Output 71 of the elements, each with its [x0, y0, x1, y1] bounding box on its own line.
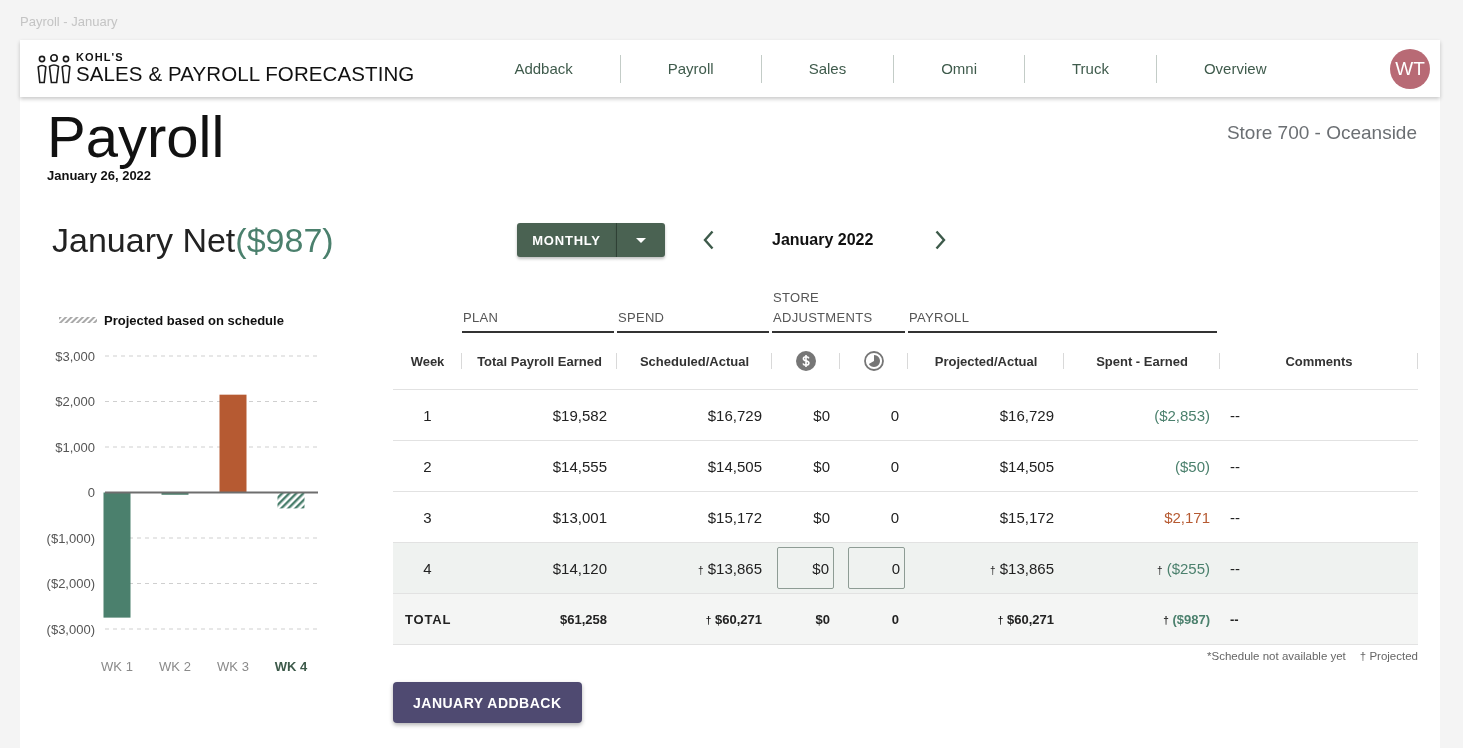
projected-mark: †: [705, 614, 712, 626]
comment-text: --: [1230, 559, 1240, 577]
net-label: January Net: [52, 221, 236, 259]
column-header: Spent - Earned: [1096, 353, 1188, 369]
comment-text: --: [1230, 457, 1240, 475]
app-title: SALES & PAYROLL FORECASTING: [76, 63, 415, 85]
projected-mark: †: [1156, 564, 1163, 576]
net-amount: ($987): [1172, 611, 1210, 627]
x-axis-label: WK 4: [274, 658, 308, 674]
x-axis-label: WK 1: [101, 658, 133, 674]
amount-value: $16,729: [707, 406, 762, 424]
column-header: Comments: [1285, 353, 1353, 369]
hours-value: 0: [891, 611, 899, 627]
comment-text: --: [1230, 406, 1240, 424]
page-date: January 26, 2022: [47, 168, 152, 184]
comment-text: --: [1230, 611, 1239, 627]
amount-value: $0: [813, 508, 830, 526]
footnote: *Schedule not available yet: [1207, 649, 1346, 663]
net-amount: ($255): [1166, 559, 1210, 577]
projected-mark: †: [698, 564, 704, 576]
amount-value: $15,172: [999, 508, 1054, 526]
hours-value: 0: [890, 508, 899, 526]
column-header: Projected/Actual: [934, 353, 1038, 369]
column-header: Week: [410, 353, 445, 369]
amount-value: $0: [813, 457, 830, 475]
projected-mark: †: [997, 614, 1004, 626]
amount-value: $14,120: [552, 559, 607, 577]
week-number: 2: [423, 457, 432, 475]
x-axis-label: WK 3: [217, 658, 249, 674]
y-axis-label: $2,000: [55, 394, 95, 409]
amount-value: $14,505: [999, 457, 1054, 475]
y-axis-label: $1,000: [55, 439, 95, 455]
projected-mark: †: [1163, 614, 1169, 626]
amount-value: $14,505: [707, 457, 762, 475]
week-number: 4: [423, 559, 432, 577]
amount-value: $60,271: [715, 611, 762, 627]
x-axis-label: WK 2: [159, 658, 191, 674]
net-value: ($987): [235, 221, 334, 259]
hours-value: 0: [890, 457, 899, 475]
y-axis-label: $3,000: [55, 348, 95, 364]
week-number: 3: [423, 508, 432, 526]
amount-value: $14,555: [552, 457, 607, 475]
y-axis-label: 0: [87, 485, 95, 500]
amount-value: $13,865: [999, 559, 1054, 577]
company-name: KOHL'S: [76, 52, 124, 63]
amount-value: $0: [815, 611, 830, 627]
y-axis-label: ($2,000): [46, 576, 95, 591]
net-amount: ($2,853): [1154, 406, 1210, 424]
amount-value: $16,729: [999, 406, 1054, 424]
y-axis-label: ($3,000): [46, 621, 95, 637]
net-amount: ($50): [1175, 457, 1210, 475]
store-name: Store 700 - Oceanside: [1226, 121, 1417, 145]
amount-value: $61,258: [560, 611, 607, 627]
projected-mark: †: [990, 564, 996, 576]
week-number: 1: [423, 406, 432, 424]
y-axis-label: ($1,000): [46, 530, 95, 546]
amount-value: $60,271: [1007, 611, 1054, 627]
hours-value: 0: [890, 406, 899, 424]
amount-value: $19,582: [552, 406, 607, 424]
amount-value: $0: [813, 406, 830, 424]
month-label: January 2022: [772, 231, 874, 249]
footnote: † Projected: [1359, 649, 1418, 663]
net-amount: $2,171: [1164, 508, 1210, 526]
column-header: Total Payroll Earned: [477, 353, 602, 369]
amount-value: $13,001: [552, 508, 607, 526]
total-label: TOTAL: [405, 611, 452, 627]
amount-value: $13,865: [707, 559, 762, 577]
column-header: Scheduled/Actual: [639, 353, 750, 369]
comment-text: --: [1230, 508, 1240, 526]
amount-value: $15,172: [707, 508, 762, 526]
legend-label: Projected based on schedule: [104, 312, 284, 328]
